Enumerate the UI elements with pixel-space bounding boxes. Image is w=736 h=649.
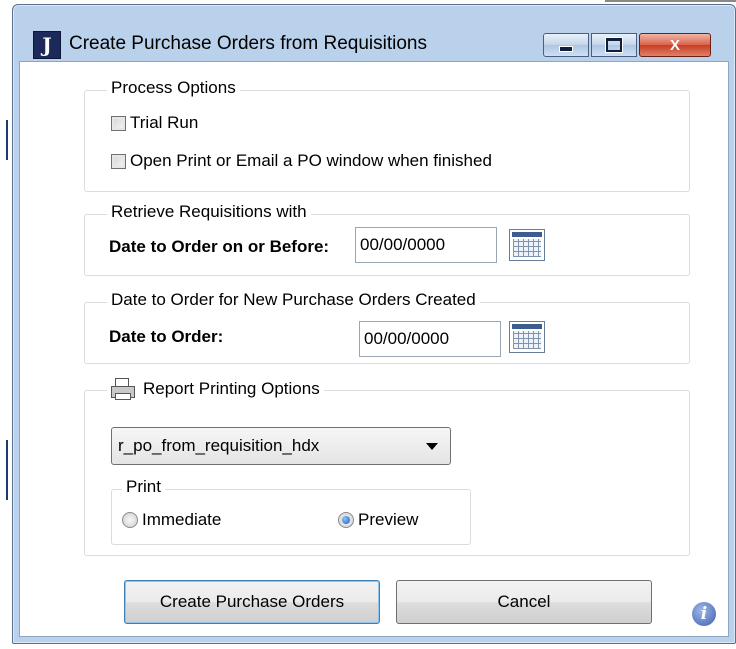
minimize-button[interactable]: [543, 33, 589, 57]
immediate-radio[interactable]: [122, 512, 138, 528]
report-printing-options-text: Report Printing Options: [143, 379, 320, 398]
dialog-body: Process Options Trial Run Open Print or …: [19, 61, 729, 637]
calendar-button[interactable]: [509, 229, 545, 261]
trial-run-checkbox-row[interactable]: Trial Run: [111, 113, 198, 133]
dialog-window: J Create Purchase Orders from Requisitio…: [12, 4, 736, 644]
background-window-edge: [6, 440, 8, 500]
calendar-button[interactable]: [509, 321, 545, 353]
retrieve-requisitions-group: Retrieve Requisitions with Date to Order…: [84, 202, 690, 276]
process-options-group: Process Options Trial Run Open Print or …: [84, 78, 690, 192]
close-icon: X: [669, 36, 680, 54]
date-to-order-label: Date to Order:: [109, 327, 224, 346]
printer-icon: [111, 378, 135, 400]
date-on-or-before-label: Date to Order on or Before:: [109, 237, 330, 256]
date-to-order-legend: Date to Order for New Purchase Orders Cr…: [107, 290, 480, 310]
background-window-edge: [605, 0, 736, 2]
preview-label[interactable]: Preview: [358, 510, 418, 530]
open-print-checkbox-row[interactable]: Open Print or Email a PO window when fin…: [111, 151, 492, 171]
trial-run-label[interactable]: Trial Run: [130, 113, 198, 133]
close-button[interactable]: X: [639, 33, 711, 57]
report-select[interactable]: r_po_from_requisition_hdx: [111, 427, 451, 465]
preview-radio[interactable]: [338, 512, 354, 528]
background-window-edge: [6, 120, 8, 160]
title-bar[interactable]: J Create Purchase Orders from Requisitio…: [13, 5, 735, 61]
report-select-value: r_po_from_requisition_hdx: [118, 436, 320, 455]
minimize-icon: [559, 46, 573, 52]
preview-radio-row[interactable]: Preview: [338, 510, 418, 530]
window-title: Create Purchase Orders from Requisitions: [69, 33, 427, 54]
dropdown-arrow-icon: [426, 443, 438, 450]
immediate-radio-row[interactable]: Immediate: [122, 510, 221, 530]
maximize-button[interactable]: [591, 33, 637, 57]
retrieve-requisitions-legend: Retrieve Requisitions with: [107, 202, 311, 222]
maximize-icon: [606, 38, 622, 52]
immediate-label[interactable]: Immediate: [142, 510, 221, 530]
process-options-legend: Process Options: [107, 78, 240, 98]
date-to-order-input[interactable]: [359, 321, 501, 357]
cancel-button[interactable]: Cancel: [396, 580, 652, 624]
report-printing-options-legend: Report Printing Options: [107, 378, 324, 400]
date-on-or-before-input[interactable]: [355, 227, 497, 263]
app-logo-icon: J: [33, 31, 61, 59]
open-print-label[interactable]: Open Print or Email a PO window when fin…: [130, 151, 492, 171]
date-to-order-group: Date to Order for New Purchase Orders Cr…: [84, 290, 690, 364]
info-icon[interactable]: i: [692, 602, 716, 626]
report-printing-options-group: Report Printing Options r_po_from_requis…: [84, 378, 690, 556]
print-group: Print Immediate Preview: [111, 477, 471, 545]
create-purchase-orders-button[interactable]: Create Purchase Orders: [124, 580, 380, 624]
trial-run-checkbox[interactable]: [111, 115, 126, 131]
print-legend: Print: [122, 477, 165, 497]
open-print-checkbox[interactable]: [111, 153, 126, 169]
